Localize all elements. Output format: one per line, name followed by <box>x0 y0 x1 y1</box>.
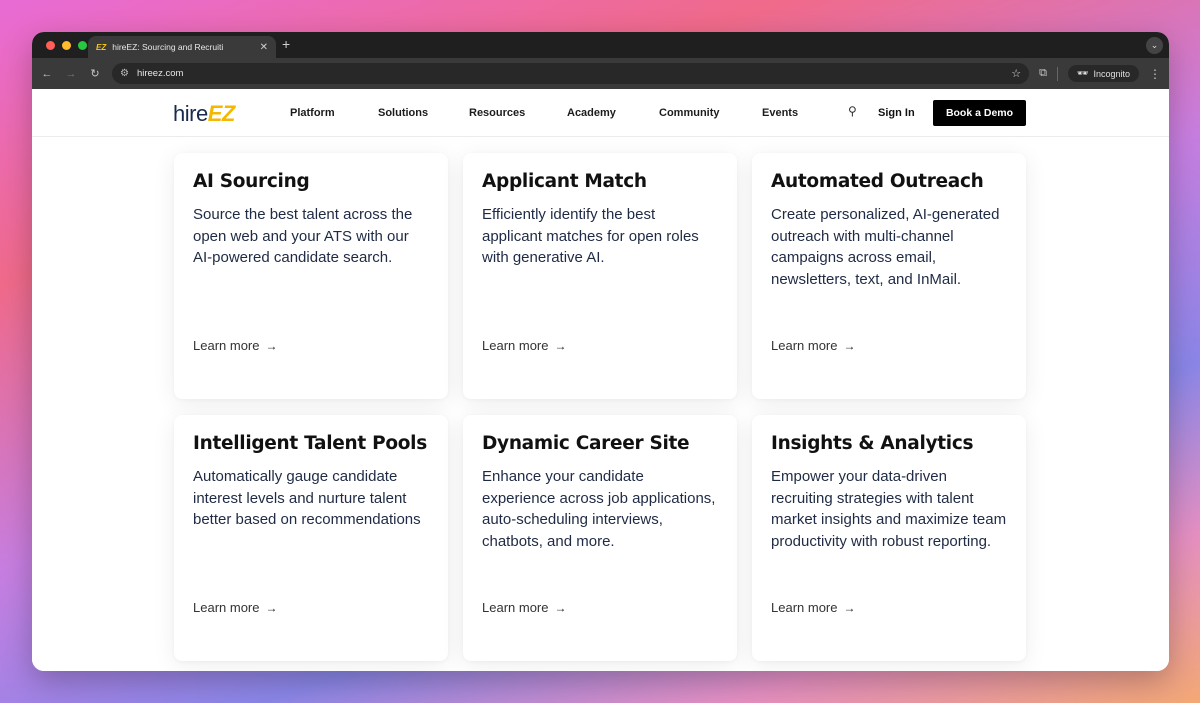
learn-more-link[interactable]: Learn more → <box>771 600 855 615</box>
learn-more-label: Learn more <box>771 600 838 615</box>
nav-academy[interactable]: Academy <box>567 107 616 119</box>
card-description: Efficiently identify the best applicant … <box>482 206 699 266</box>
browser-toolbar: ← → ↻ ⚙ hireez.com ☆ ⧉ 🕶 Incognito ⋮ <box>32 58 1169 89</box>
arrow-right-icon: → <box>265 600 278 615</box>
address-bar[interactable]: ⚙ hireez.com ☆ <box>112 63 1030 84</box>
hireez-logo[interactable]: hireEZ <box>173 101 235 127</box>
card-title: Insights & Analytics <box>771 433 974 454</box>
card-title: Dynamic Career Site <box>482 433 690 454</box>
sign-in-link[interactable]: Sign In <box>878 107 915 119</box>
url-text: hireez.com <box>136 68 184 79</box>
feature-grid: AI Sourcing Source the best talent acros… <box>32 137 1169 671</box>
card-title: Intelligent Talent Pools <box>193 433 427 454</box>
learn-more-label: Learn more <box>193 600 260 615</box>
site-header: hireEZ Platform Solutions Resources Acad… <box>32 89 1169 137</box>
nav-resources[interactable]: Resources <box>469 107 525 119</box>
feature-card-ai-sourcing[interactable]: AI Sourcing Source the best talent acros… <box>174 153 448 399</box>
forward-icon[interactable]: → <box>64 68 78 80</box>
card-description: Source the best talent across the open w… <box>193 206 413 266</box>
browser-window: EZ hireEZ: Sourcing and Recruiti ✕ + ⌄ ←… <box>32 32 1169 671</box>
logo-ez-text: EZ <box>207 101 236 126</box>
learn-more-label: Learn more <box>771 338 838 353</box>
nav-platform[interactable]: Platform <box>290 107 335 119</box>
nav-solutions[interactable]: Solutions <box>378 107 428 119</box>
feature-card-insights-analytics[interactable]: Insights & Analytics Empower your data-d… <box>752 415 1026 661</box>
card-description: Empower your data-driven recruiting stra… <box>771 468 1007 550</box>
book-demo-button[interactable]: Book a Demo <box>933 100 1026 126</box>
maximize-window-button[interactable] <box>78 40 87 50</box>
feature-card-applicant-match[interactable]: Applicant Match Efficiently identify the… <box>463 153 737 399</box>
card-description: Enhance your candidate experience across… <box>482 468 716 550</box>
incognito-icon: 🕶 <box>1077 68 1089 78</box>
nav-community[interactable]: Community <box>659 107 720 119</box>
search-icon[interactable]: ⚲ <box>848 104 857 118</box>
logo-hire-text: hire <box>173 101 208 126</box>
browser-tab[interactable]: EZ hireEZ: Sourcing and Recruiti ✕ <box>88 36 276 58</box>
reload-icon[interactable]: ↻ <box>88 67 102 80</box>
arrow-right-icon: → <box>554 338 567 353</box>
close-window-button[interactable] <box>46 40 55 50</box>
arrow-right-icon: → <box>843 338 856 353</box>
incognito-badge[interactable]: 🕶 Incognito <box>1068 65 1139 82</box>
card-title: AI Sourcing <box>193 171 310 192</box>
tab-strip: EZ hireEZ: Sourcing and Recruiti ✕ + ⌄ <box>32 32 1169 58</box>
learn-more-link[interactable]: Learn more → <box>771 338 855 353</box>
bookmark-star-icon[interactable]: ☆ <box>1011 67 1021 80</box>
extensions-icon[interactable]: ⧉ <box>1039 67 1047 80</box>
site-info-icon[interactable]: ⚙ <box>120 68 129 79</box>
toolbar-divider <box>1057 66 1059 81</box>
learn-more-label: Learn more <box>193 338 260 353</box>
arrow-right-icon: → <box>843 600 856 615</box>
browser-menu-icon[interactable]: ⋮ <box>1149 67 1161 81</box>
card-description: Create personalized, AI-generated outrea… <box>771 206 1000 288</box>
close-tab-icon[interactable]: ✕ <box>260 42 268 53</box>
learn-more-link[interactable]: Learn more → <box>193 600 277 615</box>
back-icon[interactable]: ← <box>40 68 54 80</box>
learn-more-link[interactable]: Learn more → <box>482 338 566 353</box>
learn-more-link[interactable]: Learn more → <box>193 338 277 353</box>
arrow-right-icon: → <box>265 338 278 353</box>
learn-more-label: Learn more <box>482 338 549 353</box>
card-title: Applicant Match <box>482 171 647 192</box>
learn-more-label: Learn more <box>482 600 549 615</box>
feature-card-automated-outreach[interactable]: Automated Outreach Create personalized, … <box>752 153 1026 399</box>
card-title: Automated Outreach <box>771 171 984 192</box>
feature-card-career-site[interactable]: Dynamic Career Site Enhance your candida… <box>463 415 737 661</box>
card-description: Automatically gauge candidate interest l… <box>193 468 421 528</box>
feature-card-talent-pools[interactable]: Intelligent Talent Pools Automatically g… <box>174 415 448 661</box>
window-controls <box>46 40 87 50</box>
tab-search-icon[interactable]: ⌄ <box>1146 37 1163 54</box>
minimize-window-button[interactable] <box>62 40 71 50</box>
incognito-label: Incognito <box>1093 68 1130 79</box>
tab-title: hireEZ: Sourcing and Recruiti <box>112 42 224 52</box>
arrow-right-icon: → <box>554 600 567 615</box>
hireez-favicon-icon: EZ <box>96 42 107 52</box>
learn-more-link[interactable]: Learn more → <box>482 600 566 615</box>
nav-events[interactable]: Events <box>762 107 798 119</box>
new-tab-icon[interactable]: + <box>282 36 290 52</box>
